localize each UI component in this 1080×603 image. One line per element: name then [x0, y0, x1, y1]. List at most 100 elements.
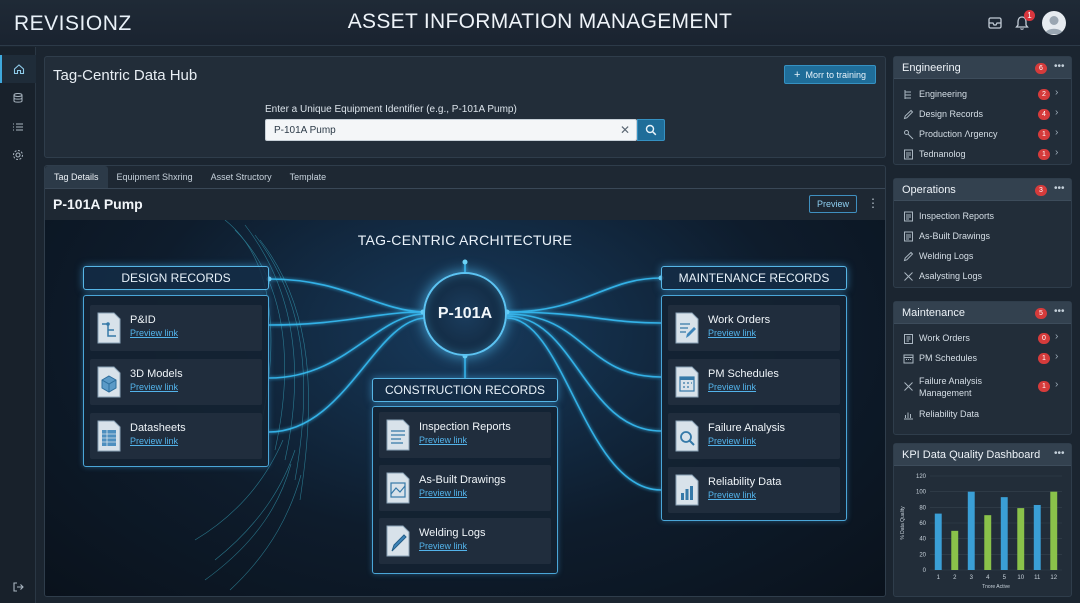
x-tick-label: 3 — [970, 575, 974, 581]
document-icon — [904, 149, 913, 160]
panel-menu-icon[interactable]: ••• — [1054, 183, 1065, 194]
center-tag-node[interactable]: P-101A — [423, 272, 507, 356]
maintenance-panel-header[interactable]: Maintenance 5 ••• — [894, 302, 1071, 324]
rail-database[interactable] — [0, 84, 36, 112]
tab-asset-structure[interactable]: Asset Structory — [202, 166, 281, 188]
drawing-document-icon — [386, 472, 410, 504]
kpi-panel: KPI Data Quality Dashboard ••• 0 20 40 60 80… — [893, 443, 1072, 597]
sidebar-item-design-records[interactable]: Design Records 4 › — [894, 106, 1071, 124]
x-tick-label: 10 — [1017, 575, 1024, 581]
tab-tag-details[interactable]: Tag Details — [45, 166, 108, 188]
record-card-failure-analysis[interactable]: Failure Analysis Preview link — [668, 413, 840, 459]
engineering-panel-header[interactable]: Engineering 6 ••• — [894, 57, 1071, 79]
item-badge: 0 — [1038, 333, 1050, 344]
tab-template[interactable]: Template — [281, 166, 336, 188]
sidebar-item-analysing-logs[interactable]: Asalysting Logs — [894, 268, 1071, 286]
chart-icon — [904, 412, 913, 420]
sidebar-item-label: Welding Logs — [919, 251, 974, 261]
chevron-right-icon: › — [1055, 107, 1059, 118]
sidebar-item-reliability-data[interactable]: Reliability Data — [894, 406, 1071, 424]
sidebar-item-technology[interactable]: Tednanolog 1 › — [894, 146, 1071, 164]
operations-panel: Operations 3 ••• Inspection Reports As-B… — [893, 178, 1072, 288]
panel-menu-icon[interactable]: ••• — [1054, 306, 1065, 317]
sidebar-item-failure-analysis[interactable]: Failure Analysis Management 1 › — [894, 376, 1071, 398]
maintenance-panel: Maintenance 5 ••• Work Orders 0 › PM Sch… — [893, 301, 1072, 435]
data-hub-card: Tag-Centric Data Hub + Morr to training … — [44, 56, 886, 158]
sidebar-item-label: Engineering — [919, 89, 968, 99]
record-card-as-built-drawings[interactable]: As-Built Drawings Preview link — [379, 465, 551, 511]
tab-divider — [45, 188, 885, 189]
sidebar-item-label: Failure Analysis Management — [919, 376, 983, 398]
top-bar: REVISIONZ ASSET INFORMATION MANAGEMENT 1 — [0, 0, 1080, 46]
y-axis-label: % Data Quality — [900, 506, 906, 540]
bar — [967, 491, 975, 570]
record-name: Work Orders — [708, 314, 771, 326]
user-avatar-icon[interactable] — [1042, 11, 1066, 35]
rail-home[interactable] — [0, 55, 36, 83]
record-card-datasheets[interactable]: Datasheets Preview link — [90, 413, 262, 459]
record-card-inspection-reports[interactable]: Inspection Reports Preview link — [379, 412, 551, 458]
record-card-pid[interactable]: P&ID Preview link — [90, 305, 262, 351]
cube-document-icon — [97, 366, 121, 398]
record-card-reliability-data[interactable]: Reliability Data Preview link — [668, 467, 840, 513]
record-name: As-Built Drawings — [419, 474, 506, 486]
inbox-icon[interactable] — [986, 14, 1004, 32]
preview-button[interactable]: Preview — [809, 195, 857, 213]
record-preview-link[interactable]: Preview link — [130, 436, 178, 446]
record-preview-link[interactable]: Preview link — [419, 488, 467, 498]
equipment-search-input[interactable] — [274, 123, 604, 138]
rail-settings[interactable] — [0, 141, 36, 169]
rail-list[interactable] — [0, 113, 36, 141]
item-badge: 1 — [1038, 149, 1050, 160]
y-tick-label: 40 — [919, 537, 926, 543]
list-icon — [13, 123, 23, 131]
training-button[interactable]: + Morr to training — [784, 65, 876, 84]
sidebar-item-inspection-reports[interactable]: Inspection Reports — [894, 208, 1071, 226]
item-badge: 4 — [1038, 109, 1050, 120]
x-axis-label: Tnore Active — [982, 584, 1010, 590]
sidebar-item-production-agency[interactable]: Production Λrgency 1 › — [894, 126, 1071, 144]
item-badge: 1 — [1038, 129, 1050, 140]
y-tick-label: 0 — [923, 568, 927, 574]
sidebar-item-work-orders[interactable]: Work Orders 0 › — [894, 330, 1071, 348]
document-icon — [904, 231, 913, 242]
record-preview-link[interactable]: Preview link — [130, 382, 178, 392]
construction-records-header: CONSTRUCTION RECORDS — [372, 378, 558, 402]
record-name: Reliability Data — [708, 476, 782, 488]
record-card-3d-models[interactable]: 3D Models Preview link — [90, 359, 262, 405]
record-preview-link[interactable]: Preview link — [708, 328, 756, 338]
maintenance-records-box: Work Orders Preview link PM Schedules Pr… — [661, 295, 847, 521]
y-tick-label: 20 — [919, 552, 926, 558]
pid-document-icon — [97, 312, 121, 344]
record-card-welding-logs[interactable]: Welding Logs Preview link — [379, 518, 551, 564]
record-preview-link[interactable]: Preview link — [708, 436, 756, 446]
clear-icon[interactable]: ✕ — [620, 123, 630, 137]
diagram-title: TAG-CENTRIC ARCHITECTURE — [357, 232, 573, 248]
more-options-icon[interactable]: ⋮ — [867, 196, 879, 210]
record-preview-link[interactable]: Preview link — [708, 490, 756, 500]
datasheet-document-icon — [97, 420, 121, 452]
tab-strip: Tag Details Equipment Shxring Asset Stru… — [45, 166, 335, 188]
search-button[interactable] — [637, 119, 665, 141]
panel-menu-icon[interactable]: ••• — [1054, 61, 1065, 72]
panel-menu-icon[interactable]: ••• — [1054, 448, 1065, 459]
bar — [934, 513, 942, 570]
operations-panel-header[interactable]: Operations 3 ••• — [894, 179, 1071, 201]
record-preview-link[interactable]: Preview link — [419, 435, 467, 445]
kpi-panel-header[interactable]: KPI Data Quality Dashboard ••• — [894, 444, 1071, 466]
tab-equipment-sharing[interactable]: Equipment Shxring — [108, 166, 202, 188]
maintenance-records-header: MAINTENANCE RECORDS — [661, 266, 847, 290]
record-preview-link[interactable]: Preview link — [130, 328, 178, 338]
record-card-work-orders[interactable]: Work Orders Preview link — [668, 305, 840, 351]
sidebar-item-engineering[interactable]: Engineering 2 › — [894, 86, 1071, 104]
record-card-pm-schedules[interactable]: PM Schedules Preview link — [668, 359, 840, 405]
record-preview-link[interactable]: Preview link — [419, 541, 467, 551]
record-preview-link[interactable]: Preview link — [708, 382, 756, 392]
sidebar-item-welding-logs[interactable]: Welding Logs — [894, 248, 1071, 266]
sidebar-item-pm-schedules[interactable]: PM Schedules 1 › — [894, 350, 1071, 368]
sidebar-item-as-built-drawings[interactable]: As-Built Drawings — [894, 228, 1071, 246]
rail-logout[interactable] — [0, 573, 36, 601]
record-name: Failure Analysis — [708, 422, 786, 434]
record-name: Welding Logs — [419, 527, 486, 539]
pencil-icon — [903, 109, 914, 120]
